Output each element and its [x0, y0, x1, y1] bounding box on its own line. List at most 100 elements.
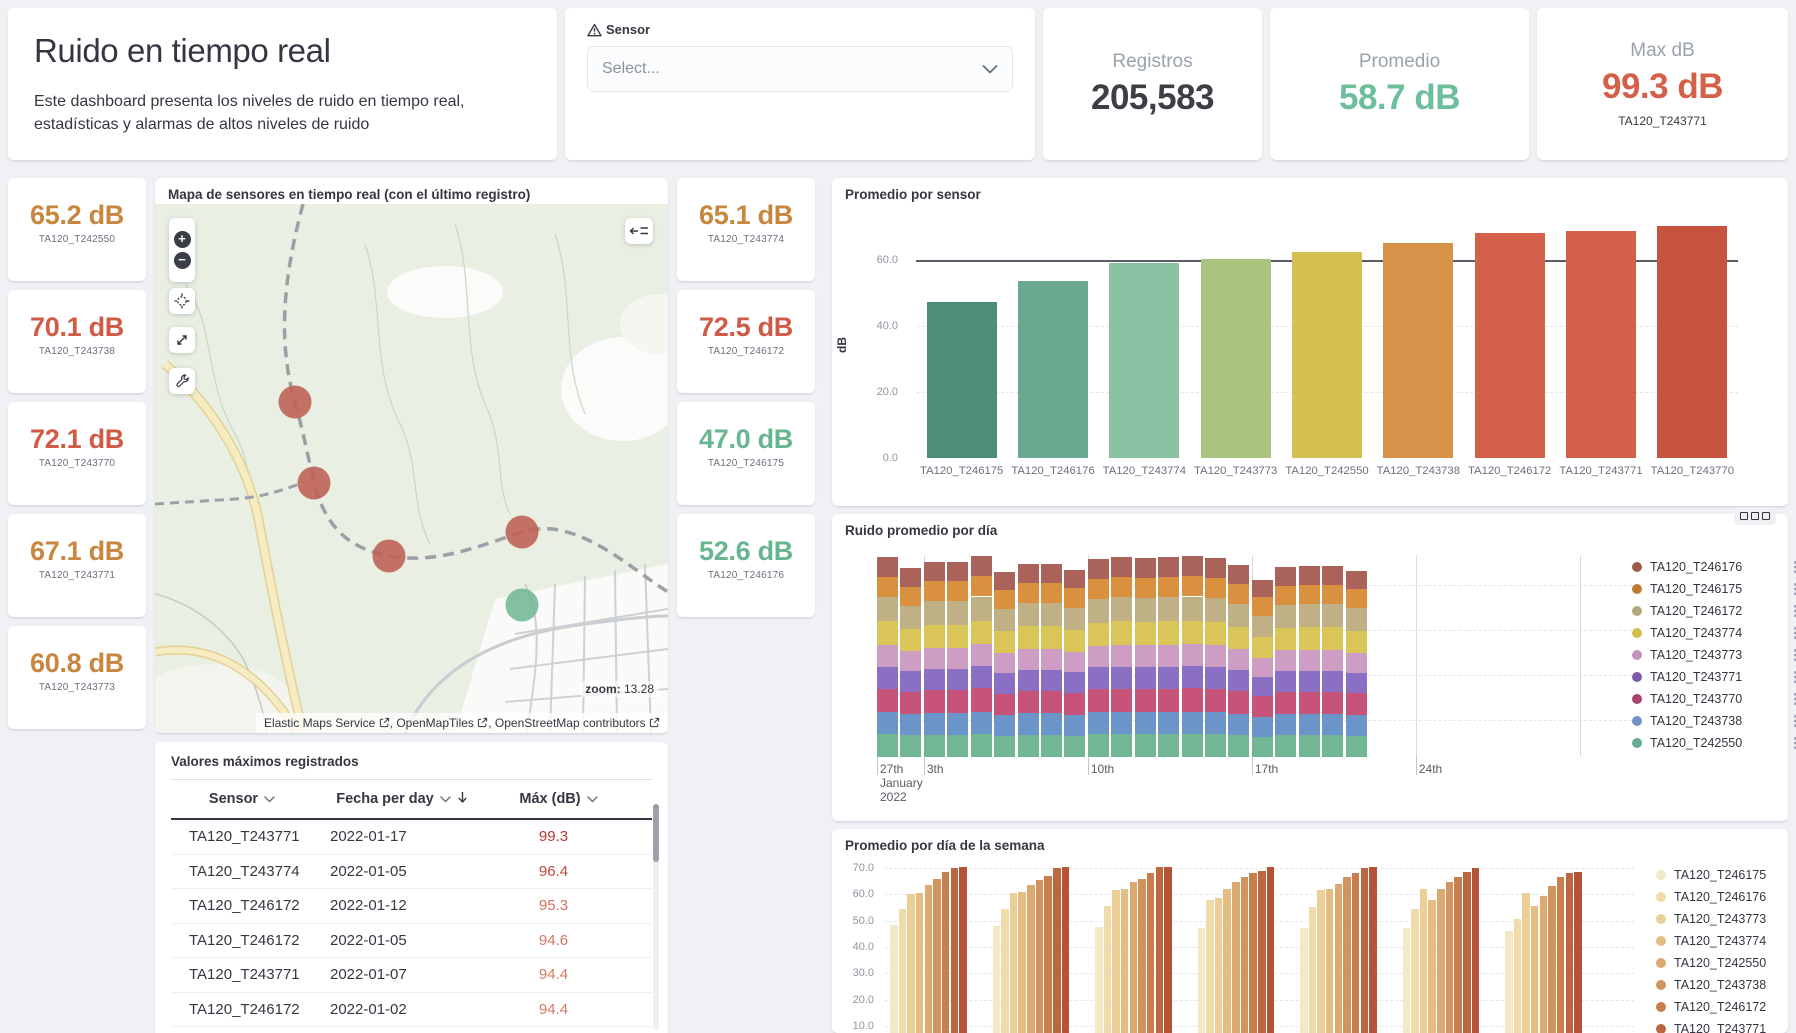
grouped-bar[interactable] [1062, 867, 1070, 1033]
stacked-bar-segment[interactable] [1135, 712, 1156, 734]
stacked-bar-segment[interactable] [1205, 645, 1226, 667]
stacked-bar-segment[interactable] [971, 621, 992, 645]
stacked-bar-segment[interactable] [1088, 579, 1109, 599]
stacked-bar-segment[interactable] [971, 688, 992, 711]
grouped-bar[interactable] [1540, 896, 1548, 1033]
stacked-bar-segment[interactable] [877, 557, 898, 577]
legend-item[interactable]: TA120_T243774 [1656, 930, 1788, 952]
panel-options-menu[interactable] [1734, 507, 1776, 525]
stacked-bar-segment[interactable] [1088, 689, 1109, 712]
stacked-bar-segment[interactable] [1299, 627, 1320, 650]
stacked-bar-segment[interactable] [1018, 603, 1039, 626]
stacked-bar-segment[interactable] [994, 694, 1015, 715]
grouped-bar[interactable] [1522, 893, 1530, 1033]
grouped-bar[interactable] [1309, 907, 1317, 1033]
grouped-bar[interactable] [1317, 890, 1325, 1033]
stacked-bar-segment[interactable] [1111, 597, 1132, 621]
stacked-bar-segment[interactable] [1064, 715, 1085, 736]
grouped-bar[interactable] [959, 867, 967, 1033]
legend-item[interactable]: TA120_T243738 [1632, 710, 1796, 732]
grouped-bar[interactable] [1548, 886, 1556, 1033]
stacked-bar-segment[interactable] [1018, 626, 1039, 649]
stacked-bar-segment[interactable] [971, 712, 992, 735]
stacked-bar-segment[interactable] [1111, 621, 1132, 645]
grouped-bar[interactable] [916, 893, 924, 1033]
stacked-bar-segment[interactable] [1346, 589, 1367, 608]
legend-item[interactable]: TA120_T243771 [1656, 1018, 1788, 1033]
grouped-bar[interactable] [1574, 872, 1582, 1033]
legend-item[interactable]: TA120_T243770 [1632, 688, 1796, 710]
legend-item[interactable]: TA120_T243774 [1632, 622, 1796, 644]
stacked-bar-segment[interactable] [1018, 713, 1039, 735]
map-attribution-link[interactable]: Elastic Maps Service [264, 716, 390, 730]
stacked-bar-segment[interactable] [900, 568, 921, 587]
stacked-bar-segment[interactable] [1275, 567, 1296, 586]
stacked-bar-segment[interactable] [1228, 604, 1249, 627]
grouped-bar[interactable] [1267, 867, 1275, 1033]
stacked-bar-segment[interactable] [1088, 667, 1109, 689]
stacked-bar-segment[interactable] [1228, 735, 1249, 757]
stacked-bar-segment[interactable] [924, 601, 945, 624]
expand-button[interactable] [169, 327, 195, 353]
stacked-bar-segment[interactable] [1252, 696, 1273, 717]
grouped-bar[interactable] [1428, 900, 1436, 1033]
stacked-bar-segment[interactable] [1111, 645, 1132, 667]
stacked-bar-segment[interactable] [1346, 736, 1367, 757]
stacked-bar-segment[interactable] [877, 712, 898, 734]
stacked-bar-segment[interactable] [924, 648, 945, 669]
grouped-bar[interactable] [1147, 873, 1155, 1033]
stacked-bar-segment[interactable] [1346, 673, 1367, 694]
grouped-bar[interactable] [1249, 873, 1257, 1033]
grouped-bar[interactable] [1258, 871, 1266, 1033]
stacked-bar-segment[interactable] [971, 734, 992, 757]
stacked-bar-segment[interactable] [1135, 667, 1156, 689]
stacked-bar-segment[interactable] [1299, 604, 1320, 627]
stacked-bar-segment[interactable] [1322, 627, 1343, 650]
stacked-bar-segment[interactable] [900, 735, 921, 757]
legend-item[interactable]: TA120_T246175 [1656, 864, 1788, 886]
stacked-bar-segment[interactable] [1252, 737, 1273, 757]
stacked-bar-segment[interactable] [1205, 689, 1226, 712]
grouped-bar[interactable] [899, 909, 907, 1033]
stacked-bar-segment[interactable] [877, 734, 898, 757]
stacked-bar-segment[interactable] [900, 714, 921, 735]
stacked-bar-segment[interactable] [1252, 658, 1273, 677]
stacked-bar-segment[interactable] [1322, 692, 1343, 714]
stacked-bar-segment[interactable] [1299, 714, 1320, 735]
column-header-fecha-per-day[interactable]: Fecha per day [313, 791, 491, 808]
stacked-bar-segment[interactable] [1111, 734, 1132, 757]
stacked-bar-segment[interactable] [1228, 691, 1249, 713]
map-attribution-link[interactable]: OpenMapTiles [396, 716, 488, 730]
stacked-bar-segment[interactable] [1322, 585, 1343, 605]
grouped-bar[interactable] [1027, 885, 1035, 1033]
stacked-bar-segment[interactable] [1111, 577, 1132, 598]
bar[interactable] [1201, 259, 1271, 458]
locate-button[interactable] [169, 288, 195, 314]
stacked-bar-segment[interactable] [994, 653, 1015, 673]
stacked-bar-segment[interactable] [1205, 558, 1226, 578]
grouped-bar[interactable] [1156, 867, 1164, 1033]
grouped-bar[interactable] [1206, 900, 1214, 1033]
stacked-bar-segment[interactable] [1158, 667, 1179, 689]
bar[interactable] [1018, 281, 1088, 458]
stacked-bar-segment[interactable] [1158, 645, 1179, 667]
stacked-bar-segment[interactable] [994, 609, 1015, 631]
stacked-bar-segment[interactable] [1205, 622, 1226, 645]
stacked-bar-segment[interactable] [1228, 627, 1249, 650]
grouped-bar[interactable] [1130, 882, 1138, 1033]
stacked-bar-segment[interactable] [1346, 693, 1367, 715]
bar[interactable] [1292, 252, 1362, 458]
stacked-bar-segment[interactable] [1346, 715, 1367, 736]
stacked-bar-segment[interactable] [1088, 712, 1109, 734]
stacked-bar-segment[interactable] [1041, 735, 1062, 757]
stacked-bar-segment[interactable] [1228, 714, 1249, 736]
stacked-bar-segment[interactable] [1299, 650, 1320, 671]
legend-item[interactable]: TA120_T243773 [1632, 644, 1796, 666]
stacked-bar-segment[interactable] [1322, 566, 1343, 585]
stacked-bar-segment[interactable] [877, 645, 898, 667]
grouped-bar[interactable] [1446, 882, 1454, 1033]
stacked-bar-segment[interactable] [877, 577, 898, 598]
stacked-bar-segment[interactable] [1205, 667, 1226, 689]
stacked-bar-segment[interactable] [1135, 689, 1156, 712]
stacked-bar-segment[interactable] [1064, 736, 1085, 757]
